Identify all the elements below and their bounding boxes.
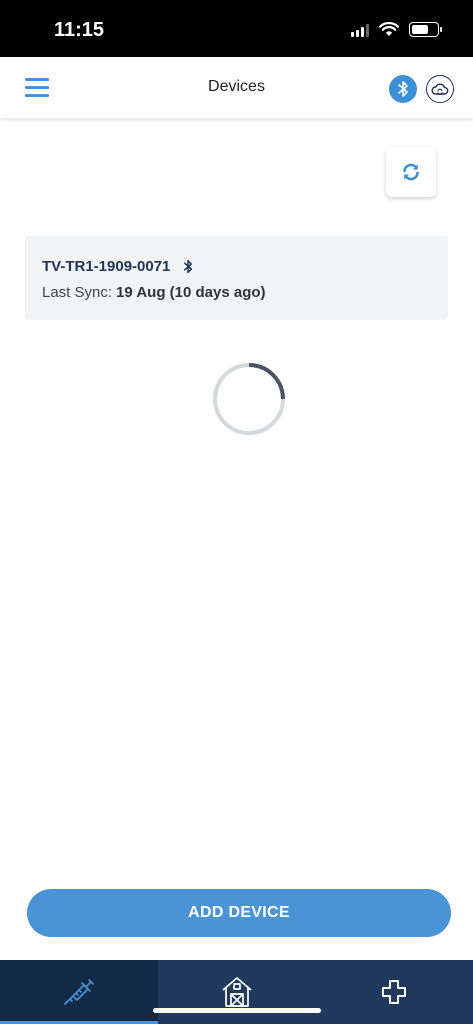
- wifi-icon: [379, 22, 399, 36]
- spinner-icon: [213, 363, 285, 435]
- device-name: TV-TR1-1909-0071: [42, 258, 171, 275]
- status-bar: 11:15: [0, 0, 473, 57]
- bluetooth-icon: [184, 259, 193, 274]
- syringe-icon: [64, 979, 94, 1005]
- refresh-button[interactable]: [386, 147, 436, 197]
- cellular-signal-icon: [351, 23, 369, 37]
- device-card[interactable]: TV-TR1-1909-0071 Last Sync: 19 Aug (10 da…: [25, 236, 448, 320]
- bluetooth-icon[interactable]: [389, 75, 417, 103]
- status-time: 11:15: [54, 19, 105, 41]
- tab-medical[interactable]: [315, 960, 473, 1024]
- battery-icon: [409, 22, 442, 37]
- home-indicator: [153, 1008, 321, 1013]
- app-header: Devices: [0, 57, 473, 118]
- tab-barn[interactable]: [158, 960, 316, 1024]
- barn-icon: [221, 977, 252, 1007]
- refresh-icon: [403, 163, 419, 181]
- device-name-row: TV-TR1-1909-0071: [42, 258, 431, 275]
- tab-syringe[interactable]: [0, 960, 158, 1024]
- cloud-sync-icon[interactable]: [426, 75, 454, 103]
- last-sync-value: 19 Aug (10 days ago): [116, 284, 266, 301]
- last-sync-row: Last Sync: 19 Aug (10 days ago): [42, 284, 431, 301]
- status-icons: [351, 22, 442, 37]
- last-sync-label: Last Sync:: [42, 284, 113, 301]
- add-device-button[interactable]: ADD DEVICE: [27, 889, 451, 937]
- bottom-navigation: [0, 960, 473, 1024]
- medical-cross-icon: [382, 980, 407, 1004]
